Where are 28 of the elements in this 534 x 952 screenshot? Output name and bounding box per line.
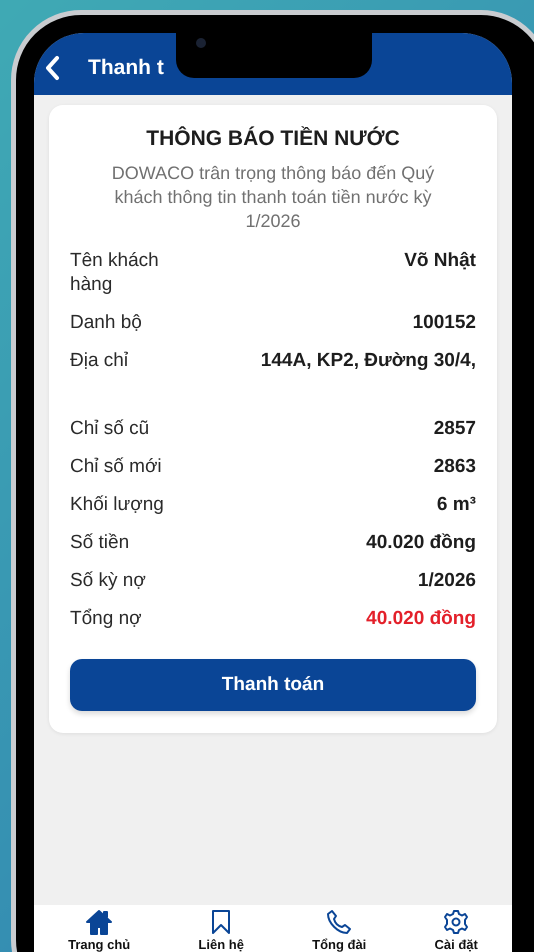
- field-value: 144A, KP2, Đường 30/4,: [260, 349, 476, 373]
- field-label: Chỉ số mới: [70, 455, 163, 479]
- nav-tab[interactable]: Cài đặt: [434, 909, 478, 952]
- nav-tab[interactable]: Liên hệ: [198, 909, 244, 952]
- field-label: Tổng nợ: [70, 607, 143, 631]
- back-icon: [44, 55, 60, 81]
- field-value: 2857: [434, 417, 476, 441]
- notice-title: THÔNG BÁO TIỀN NƯỚC: [145, 127, 401, 151]
- field-value: 100152: [412, 311, 476, 335]
- field-value: 1/2026: [418, 569, 476, 593]
- field-value: 6 m³: [436, 493, 476, 517]
- screen-title: Thanh t: [88, 56, 164, 80]
- pay-button[interactable]: Thanh toán: [70, 659, 476, 711]
- back-button[interactable]: [44, 55, 60, 81]
- field-label: Danh bộ: [70, 311, 143, 335]
- nav-tab[interactable]: Tổng đài: [312, 909, 366, 952]
- field-value: 2863: [434, 455, 476, 479]
- field-label: Số tiền: [70, 531, 130, 555]
- nav-tab[interactable]: Trang chủ: [68, 909, 130, 952]
- field-label: Khối lượng: [70, 493, 165, 517]
- field-label: Số kỳ nợ: [70, 569, 147, 593]
- field-value: 40.020 đồng: [366, 607, 476, 631]
- notice-message: DOWACO trân trọng thông báo đến Quý khách thông tin thanh toán tiền nước kỳ 1/2026: [110, 162, 436, 233]
- field-value: 40.020 đồng: [366, 531, 476, 555]
- field-value: Võ Nhật: [404, 249, 476, 273]
- field-label: Chỉ số cũ: [70, 417, 150, 441]
- field-label: Địa chỉ: [70, 349, 130, 373]
- field-label: Tên khách hàng: [70, 249, 160, 297]
